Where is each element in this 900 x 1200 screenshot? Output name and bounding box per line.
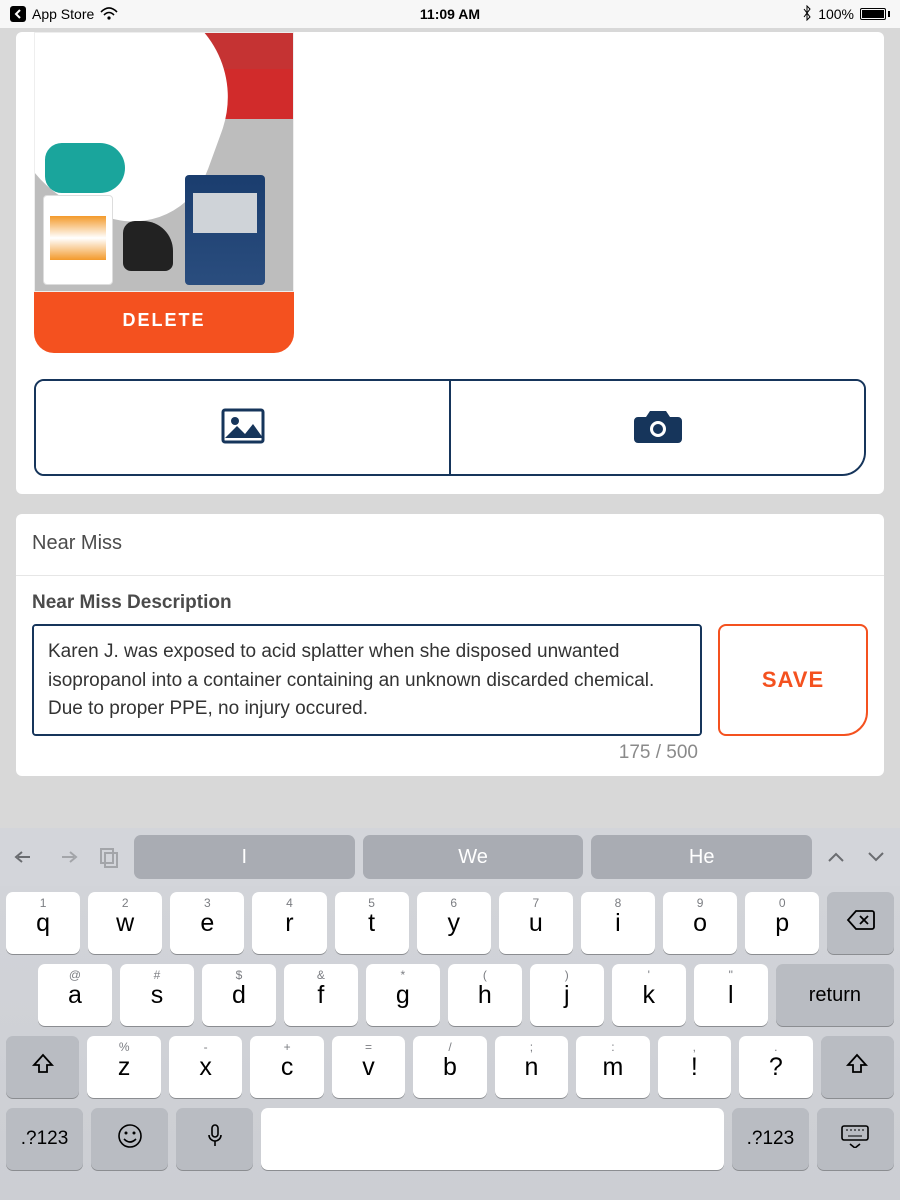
key-y[interactable]: 6y xyxy=(417,892,491,954)
key-o[interactable]: 9o xyxy=(663,892,737,954)
save-button[interactable]: SAVE xyxy=(718,624,868,736)
camera-button[interactable] xyxy=(449,381,864,474)
back-to-app-icon[interactable] xyxy=(10,6,26,22)
key-f[interactable]: &f xyxy=(284,964,358,1026)
key-![interactable]: ,! xyxy=(658,1036,731,1098)
status-bar: App Store 11:09 AM 100% xyxy=(0,0,900,28)
delete-icon xyxy=(846,909,876,938)
key-d[interactable]: $d xyxy=(202,964,276,1026)
key-numbers-right[interactable]: .?123 xyxy=(732,1108,809,1170)
key-hide-keyboard[interactable] xyxy=(817,1108,894,1170)
near-miss-description-input[interactable] xyxy=(32,624,702,736)
photo-section-card: DELETE xyxy=(16,32,884,494)
delete-button[interactable]: DELETE xyxy=(34,290,294,353)
shift-icon xyxy=(31,1052,55,1082)
key-n[interactable]: ;n xyxy=(495,1036,568,1098)
key-k[interactable]: 'k xyxy=(612,964,686,1026)
clipboard-icon[interactable] xyxy=(90,837,128,877)
camera-icon xyxy=(634,407,682,448)
photo-toolbar xyxy=(34,379,866,476)
key-x[interactable]: -x xyxy=(169,1036,242,1098)
key-g[interactable]: *g xyxy=(366,964,440,1026)
key-a[interactable]: @a xyxy=(38,964,112,1026)
chevron-down-icon[interactable] xyxy=(858,850,894,864)
key-return[interactable]: return xyxy=(776,964,894,1026)
hide-keyboard-icon xyxy=(840,1124,870,1154)
shift-icon xyxy=(845,1052,869,1082)
microphone-icon xyxy=(206,1123,224,1155)
suggestion-1[interactable]: I xyxy=(134,835,355,879)
suggestion-3[interactable]: He xyxy=(591,835,812,879)
onscreen-keyboard: I We He 1q2w3e4r5t6y7u8i9o0p @a#s$d&f*g(… xyxy=(0,828,900,1200)
emoji-icon xyxy=(117,1123,143,1155)
key-u[interactable]: 7u xyxy=(499,892,573,954)
suggestion-2[interactable]: We xyxy=(363,835,584,879)
undo-icon[interactable] xyxy=(6,837,44,877)
key-v[interactable]: =v xyxy=(332,1036,405,1098)
bluetooth-icon xyxy=(802,5,812,24)
key-dictation[interactable] xyxy=(176,1108,253,1170)
near-miss-description-label: Near Miss Description xyxy=(32,592,868,614)
key-j[interactable]: )j xyxy=(530,964,604,1026)
attachment-thumbnail[interactable] xyxy=(34,32,294,292)
image-icon xyxy=(221,408,265,447)
key-b[interactable]: /b xyxy=(413,1036,486,1098)
near-miss-card: Near Miss Near Miss Description SAVE 175… xyxy=(16,514,884,776)
battery-percent: 100% xyxy=(818,6,854,22)
key-z[interactable]: %z xyxy=(87,1036,160,1098)
redo-icon[interactable] xyxy=(48,837,86,877)
key-?[interactable]: .? xyxy=(739,1036,812,1098)
back-to-app-label[interactable]: App Store xyxy=(32,6,94,22)
key-delete[interactable] xyxy=(827,892,894,954)
status-time: 11:09 AM xyxy=(420,6,480,22)
key-shift-left[interactable] xyxy=(6,1036,79,1098)
key-emoji[interactable] xyxy=(91,1108,168,1170)
key-shift-right[interactable] xyxy=(821,1036,894,1098)
key-s[interactable]: #s xyxy=(120,964,194,1026)
key-space[interactable] xyxy=(261,1108,724,1170)
near-miss-section-title: Near Miss xyxy=(16,514,884,575)
key-c[interactable]: +c xyxy=(250,1036,323,1098)
key-i[interactable]: 8i xyxy=(581,892,655,954)
key-p[interactable]: 0p xyxy=(745,892,819,954)
key-r[interactable]: 4r xyxy=(252,892,326,954)
key-l[interactable]: "l xyxy=(694,964,768,1026)
key-w[interactable]: 2w xyxy=(88,892,162,954)
key-q[interactable]: 1q xyxy=(6,892,80,954)
wifi-icon xyxy=(100,7,118,21)
key-m[interactable]: :m xyxy=(576,1036,649,1098)
key-t[interactable]: 5t xyxy=(335,892,409,954)
key-numbers[interactable]: .?123 xyxy=(6,1108,83,1170)
chevron-up-icon[interactable] xyxy=(818,850,854,864)
character-counter: 175 / 500 xyxy=(32,736,868,768)
key-h[interactable]: (h xyxy=(448,964,522,1026)
gallery-button[interactable] xyxy=(36,381,449,474)
battery-icon xyxy=(860,8,890,20)
key-e[interactable]: 3e xyxy=(170,892,244,954)
